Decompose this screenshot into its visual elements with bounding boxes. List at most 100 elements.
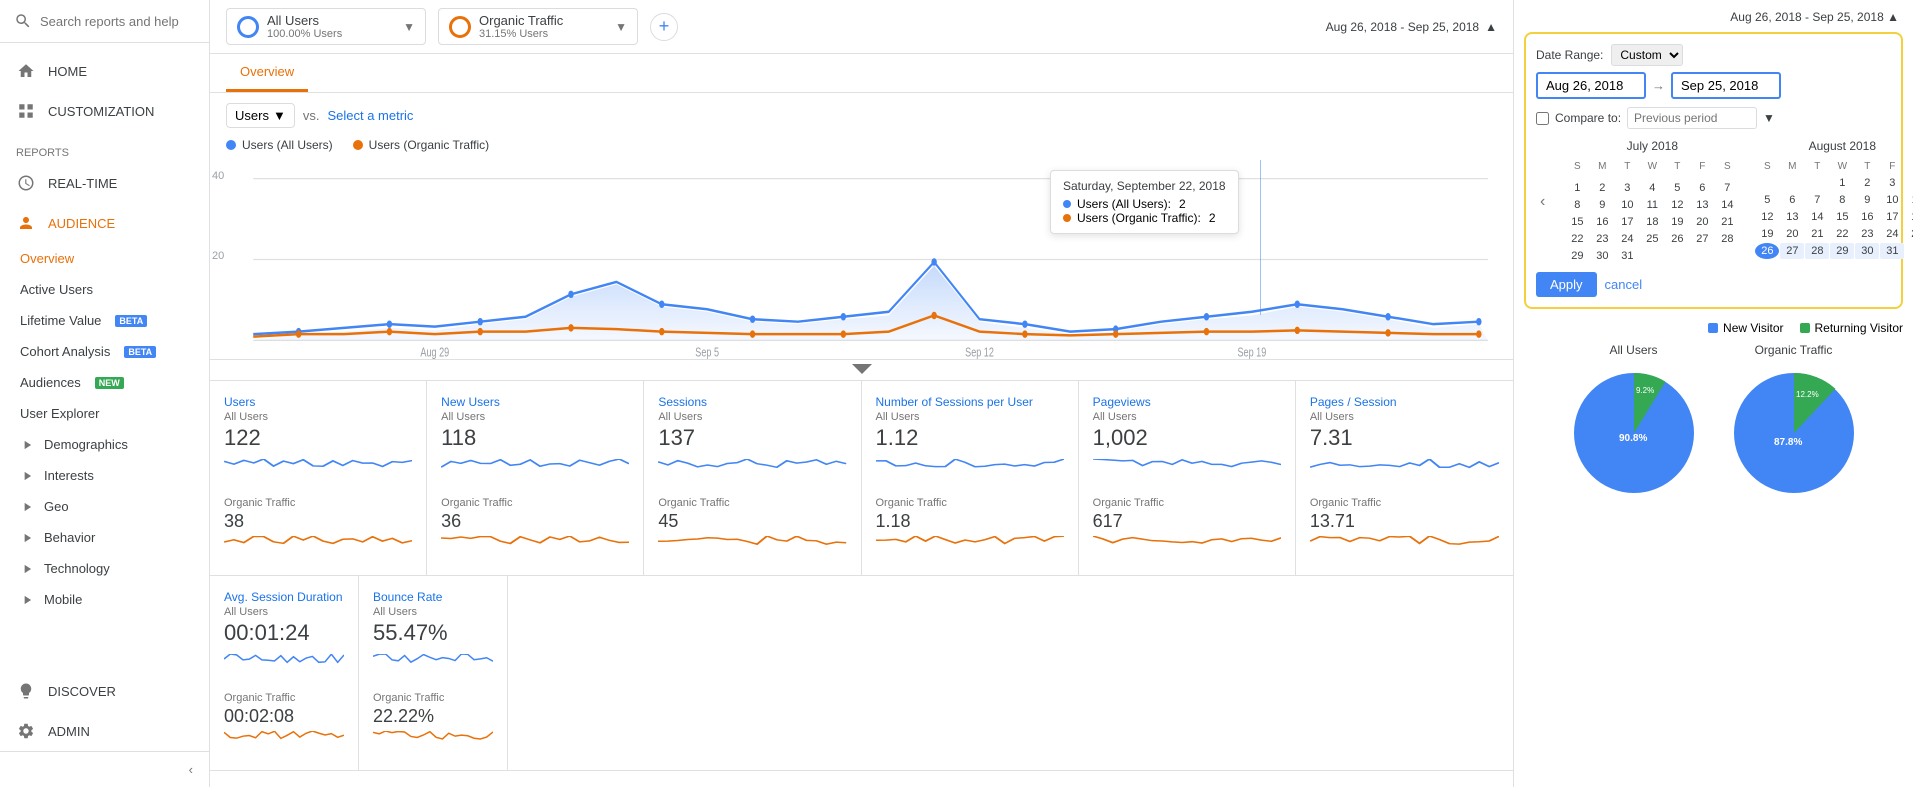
- metric-sparkline-blue-2: [658, 459, 846, 489]
- metric-sparkline-orange-4: [1093, 536, 1281, 561]
- svg-text:90.8%: 90.8%: [1619, 433, 1647, 444]
- compare-input[interactable]: [1627, 107, 1757, 129]
- bottom-metric-title-1[interactable]: Bounce Rate: [373, 590, 493, 604]
- metric-sparkline-blue-0: [224, 459, 412, 489]
- date-picker-actions: Apply cancel: [1536, 272, 1891, 297]
- metric-sparkline-orange-2: [658, 536, 846, 561]
- sidebar-item-technology[interactable]: Technology: [0, 553, 209, 584]
- metric-org-label-3: Organic Traffic: [876, 497, 1064, 509]
- pie-chart-organic-svg: 87.8% 12.2%: [1724, 363, 1864, 503]
- legend-dot-orange: [353, 140, 363, 150]
- sidebar-item-home[interactable]: HOME: [0, 51, 209, 91]
- apply-button[interactable]: Apply: [1536, 272, 1597, 297]
- select-metric-link[interactable]: Select a metric: [327, 108, 413, 123]
- calendars-container: ‹ July 2018 SMTWTFS 1234567 891011121314…: [1536, 139, 1891, 264]
- svg-text:87.8%: 87.8%: [1774, 437, 1802, 448]
- beta-badge-cohort: BETA: [124, 346, 156, 358]
- pie-legend-returning: Returning Visitor: [1800, 321, 1904, 335]
- metric-all-value-3: 1.12: [876, 425, 1064, 451]
- segment2-pill[interactable]: Organic Traffic 31.15% Users ▼: [438, 8, 638, 45]
- metric-title-2[interactable]: Sessions: [658, 395, 846, 409]
- arrow-right-icon-technology: [20, 562, 34, 576]
- cal-nav-prev[interactable]: ‹: [1536, 139, 1549, 264]
- sidebar-item-customization[interactable]: CUSTOMIZATION: [0, 91, 209, 131]
- grid-icon: [16, 101, 36, 121]
- nav-section-main: HOME CUSTOMIZATION: [0, 43, 209, 139]
- compare-checkbox[interactable]: [1536, 112, 1549, 125]
- metric-title-4[interactable]: Pageviews: [1093, 395, 1281, 409]
- metric-org-value-0: 38: [224, 511, 412, 532]
- metric-title-0[interactable]: Users: [224, 395, 412, 409]
- sidebar-item-demographics[interactable]: Demographics: [0, 429, 209, 460]
- metric-sparkline-blue-5: [1310, 459, 1499, 489]
- metric-dropdown[interactable]: Users ▼: [226, 103, 295, 128]
- date-range-display[interactable]: Aug 26, 2018 - Sep 25, 2018 ▲: [1326, 20, 1497, 34]
- y-axis-20: 20: [212, 250, 224, 262]
- svg-text:9.2%: 9.2%: [1636, 386, 1654, 395]
- pie-organic: Organic Traffic 87.8% 12.2%: [1724, 343, 1864, 503]
- search-bar[interactable]: Search reports and help: [0, 0, 209, 43]
- metric-sparkline-orange-0: [224, 536, 412, 561]
- segment2-icon: [449, 16, 471, 38]
- end-date-input[interactable]: [1671, 72, 1781, 99]
- cancel-button[interactable]: cancel: [1605, 272, 1643, 297]
- sidebar-item-cohort-analysis[interactable]: Cohort Analysis BETA: [0, 336, 209, 367]
- sidebar-item-discover[interactable]: DISCOVER: [0, 671, 209, 711]
- july-month-label: July 2018: [1627, 139, 1678, 153]
- metric-all-label-5: All Users: [1310, 411, 1499, 423]
- metric-sparkline-blue-1: [441, 459, 629, 489]
- sidebar-item-audience[interactable]: AUDIENCE: [0, 203, 209, 243]
- sidebar-item-lifetime-value[interactable]: Lifetime Value BETA: [0, 305, 209, 336]
- tab-overview[interactable]: Overview: [226, 54, 308, 92]
- metric-title-1[interactable]: New Users: [441, 395, 629, 409]
- legend-item-all-users: Users (All Users): [226, 138, 333, 152]
- metric-all-label-0: All Users: [224, 411, 412, 423]
- calendar-august-header: August 2018: [1755, 139, 1913, 153]
- bottom-sparkline-orange-0: [224, 731, 344, 756]
- sidebar-item-audiences[interactable]: Audiences NEW: [0, 367, 209, 398]
- bottom-metric-all-label-1: All Users: [373, 606, 493, 618]
- sidebar-item-behavior[interactable]: Behavior: [0, 522, 209, 553]
- svg-text:Sep 5: Sep 5: [695, 346, 719, 359]
- metric-org-label-5: Organic Traffic: [1310, 497, 1499, 509]
- sidebar-item-mobile[interactable]: Mobile: [0, 584, 209, 615]
- date-range-top-chevron: ▲: [1887, 10, 1899, 24]
- metric-all-value-1: 118: [441, 425, 629, 451]
- bottom-metric-all-value-1: 55.47%: [373, 620, 493, 646]
- tab-bar: Overview: [210, 54, 1513, 93]
- sidebar-item-geo[interactable]: Geo: [0, 491, 209, 522]
- calendar-august: August 2018 SMTWTFS 1234 567891011 12131…: [1755, 139, 1913, 264]
- metric-org-label-4: Organic Traffic: [1093, 497, 1281, 509]
- sidebar-item-admin[interactable]: ADMIN: [0, 711, 209, 751]
- bottom-metric-title-0[interactable]: Avg. Session Duration: [224, 590, 344, 604]
- sidebar-item-active-users[interactable]: Active Users: [0, 274, 209, 305]
- sidebar-item-interests[interactable]: Interests: [0, 460, 209, 491]
- sidebar-item-user-explorer[interactable]: User Explorer: [0, 398, 209, 429]
- date-range-type-select[interactable]: Custom: [1611, 44, 1683, 66]
- bottom-metric-card-0: Avg. Session Duration All Users 00:01:24…: [210, 576, 359, 770]
- metric-title-5[interactable]: Pages / Session: [1310, 395, 1499, 409]
- sidebar-item-realtime[interactable]: REAL-TIME: [0, 163, 209, 203]
- sidebar-collapse-button[interactable]: ‹: [0, 751, 209, 787]
- person-icon: [16, 213, 36, 233]
- metric-sparkline-blue-4: [1093, 459, 1281, 489]
- metric-sparkline-orange-5: [1310, 536, 1499, 561]
- sidebar: Search reports and help HOME CUSTOMIZATI…: [0, 0, 210, 787]
- metric-card-0: Users All Users 122 Organic Traffic 38: [210, 381, 427, 575]
- calendar-august-grid: SMTWTFS 1234 567891011 12131415161718 19…: [1755, 159, 1913, 259]
- metric-all-value-4: 1,002: [1093, 425, 1281, 451]
- start-date-input[interactable]: [1536, 72, 1646, 99]
- segment1-pill[interactable]: All Users 100.00% Users ▼: [226, 8, 426, 45]
- metric-all-value-0: 122: [224, 425, 412, 451]
- sidebar-item-overview[interactable]: Overview: [0, 243, 209, 274]
- bottom-sparkline-blue-1: [373, 654, 493, 684]
- pie-chart-all-users-svg: 90.8% 9.2%: [1564, 363, 1704, 503]
- pie-charts-container: All Users 90.8% 9.2% Organic Traffic: [1524, 343, 1903, 503]
- chart-collapse-button[interactable]: [210, 360, 1513, 381]
- arrow-right-icon-behavior: [20, 531, 34, 545]
- date-inputs: →: [1536, 72, 1891, 99]
- metric-sparkline-orange-3: [876, 536, 1064, 561]
- pie-organic-label: Organic Traffic: [1755, 343, 1833, 357]
- add-segment-button[interactable]: +: [650, 13, 678, 41]
- metric-title-3[interactable]: Number of Sessions per User: [876, 395, 1064, 409]
